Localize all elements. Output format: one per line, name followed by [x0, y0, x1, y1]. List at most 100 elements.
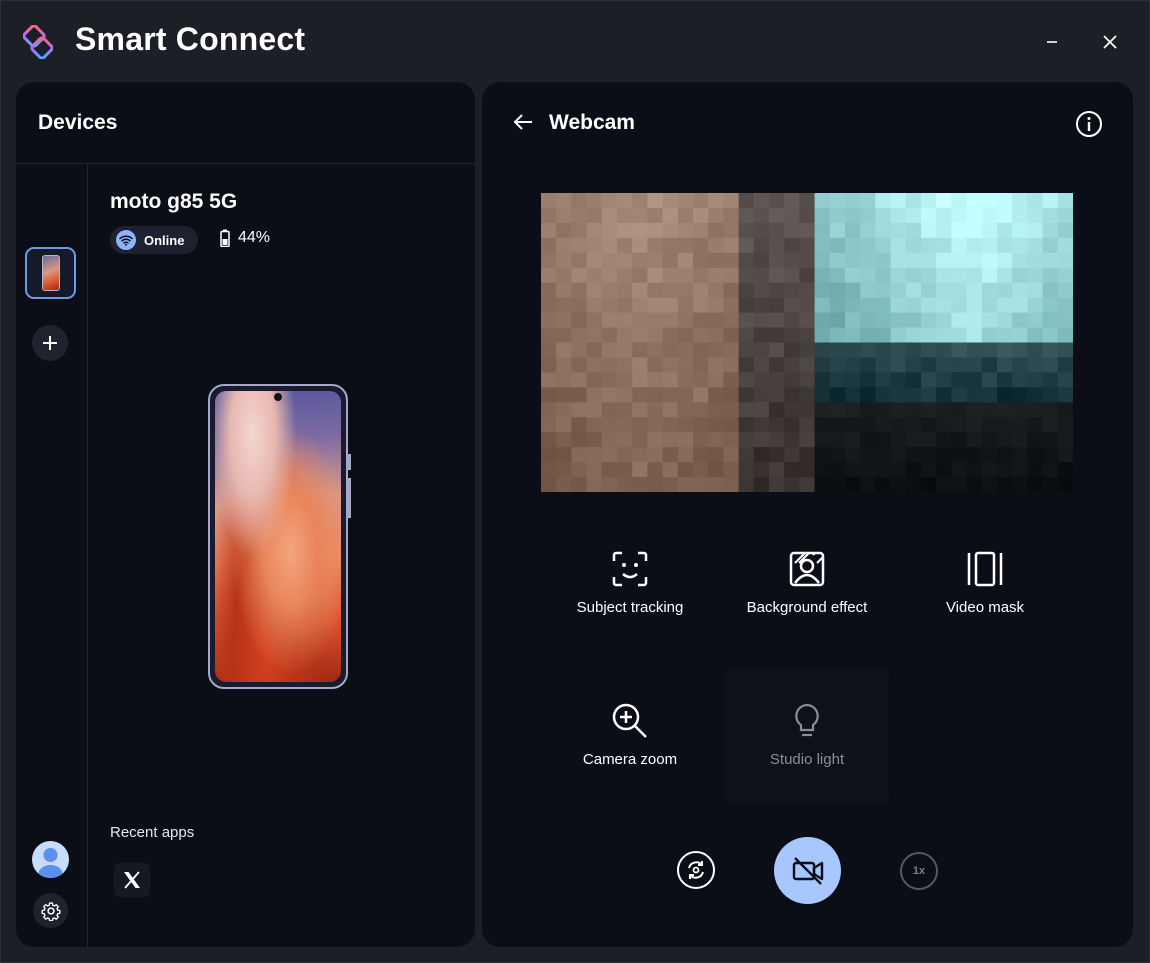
preview-pixel: [799, 462, 816, 478]
webcam-panel: Webcam Subject tracking Background effec…: [482, 82, 1133, 947]
preview-pixel: [936, 342, 952, 359]
preview-pixel: [647, 327, 664, 344]
preview-pixel: [1057, 282, 1073, 299]
preview-pixel: [784, 432, 800, 448]
preview-pixel: [632, 252, 648, 269]
camera-toggle-button[interactable]: [774, 837, 841, 904]
preview-pixel: [586, 402, 603, 418]
preview-pixel: [693, 402, 709, 418]
preview-pixel: [890, 207, 907, 224]
preview-pixel: [966, 297, 983, 314]
preview-pixel: [541, 432, 557, 448]
preview-pixel: [708, 432, 724, 448]
preview-pixel: [753, 222, 770, 239]
preview-pixel: [1027, 312, 1044, 329]
info-icon[interactable]: [1075, 110, 1103, 138]
device-thumbnail-button[interactable]: [25, 247, 76, 299]
preview-pixel: [662, 207, 679, 224]
preview-pixel: [845, 193, 861, 209]
preview-pixel: [845, 447, 861, 463]
preview-pixel: [1042, 372, 1059, 388]
preview-pixel: [556, 447, 572, 463]
preview-pixel: [571, 342, 588, 359]
preview-pixel: [981, 282, 998, 299]
preview-pixel: [997, 207, 1013, 224]
preview-pixel: [556, 193, 572, 209]
video-off-icon: [792, 856, 823, 885]
preview-pixel: [890, 327, 907, 344]
preview-pixel: [981, 342, 998, 359]
preview-pixel: [829, 432, 846, 448]
preview-pixel: [601, 193, 618, 209]
preview-pixel: [601, 372, 618, 388]
switch-camera-button[interactable]: [677, 851, 715, 889]
preview-pixel: [662, 432, 679, 448]
app-window: Smart Connect Devices moto g85 5G Online…: [0, 0, 1150, 963]
video-mask-button[interactable]: Video mask: [900, 549, 1070, 659]
preview-pixel: [738, 342, 755, 359]
preview-pixel: [1027, 237, 1044, 254]
preview-pixel: [693, 477, 709, 492]
preview-pixel: [738, 447, 755, 463]
preview-pixel: [1012, 477, 1028, 492]
preview-pixel: [556, 312, 572, 329]
preview-pixel: [647, 207, 664, 224]
preview-pixel: [860, 447, 876, 463]
preview-pixel: [966, 327, 983, 344]
minimize-button[interactable]: [1035, 25, 1069, 59]
back-button[interactable]: [510, 109, 536, 135]
preview-pixel: [905, 267, 922, 284]
preview-pixel: [997, 297, 1013, 314]
preview-pixel: [875, 447, 892, 463]
preview-pixel: [693, 432, 709, 448]
preview-pixel: [784, 252, 800, 269]
preview-pixel: [1057, 432, 1073, 448]
preview-pixel: [708, 193, 724, 209]
settings-button[interactable]: [33, 893, 68, 928]
preview-pixel: [951, 372, 968, 388]
preview-pixel: [860, 327, 876, 344]
studio-light-button[interactable]: Studio light: [722, 701, 892, 811]
preview-pixel: [617, 252, 633, 269]
close-button[interactable]: [1093, 25, 1127, 59]
preview-pixel: [966, 282, 983, 299]
video-mask-icon: [967, 551, 1003, 587]
preview-pixel: [617, 372, 633, 388]
recent-app-x[interactable]: [114, 862, 150, 898]
preview-pixel: [875, 372, 892, 388]
preview-pixel: [799, 402, 816, 418]
background-effect-button[interactable]: Background effect: [722, 549, 892, 659]
zoom-level-button[interactable]: 1x: [900, 852, 938, 890]
preview-pixel: [997, 252, 1013, 269]
preview-pixel: [1027, 222, 1044, 239]
preview-pixel: [723, 357, 740, 373]
preview-pixel: [814, 432, 831, 448]
preview-pixel: [769, 267, 785, 284]
add-device-button[interactable]: [32, 325, 68, 361]
preview-pixel: [799, 267, 816, 284]
avatar-button[interactable]: [32, 841, 69, 878]
preview-pixel: [1042, 297, 1059, 314]
preview-pixel: [997, 222, 1013, 239]
preview-pixel: [921, 462, 937, 478]
preview-pixel: [753, 193, 770, 209]
preview-pixel: [784, 222, 800, 239]
preview-pixel: [784, 193, 800, 209]
preview-pixel: [647, 477, 664, 492]
subject-tracking-button[interactable]: Subject tracking: [545, 549, 715, 659]
preview-pixel: [799, 447, 816, 463]
preview-pixel: [556, 462, 572, 478]
device-name: moto g85 5G: [110, 190, 238, 213]
preview-pixel: [769, 402, 785, 418]
preview-pixel: [1042, 193, 1059, 209]
preview-pixel: [981, 462, 998, 478]
preview-pixel: [921, 282, 937, 299]
preview-pixel: [601, 237, 618, 254]
preview-pixel: [875, 207, 892, 224]
preview-pixel: [966, 447, 983, 463]
preview-pixel: [875, 312, 892, 329]
preview-pixel: [647, 402, 664, 418]
preview-pixel: [875, 193, 892, 209]
preview-pixel: [1012, 387, 1028, 403]
camera-zoom-button[interactable]: Camera zoom: [545, 701, 715, 811]
